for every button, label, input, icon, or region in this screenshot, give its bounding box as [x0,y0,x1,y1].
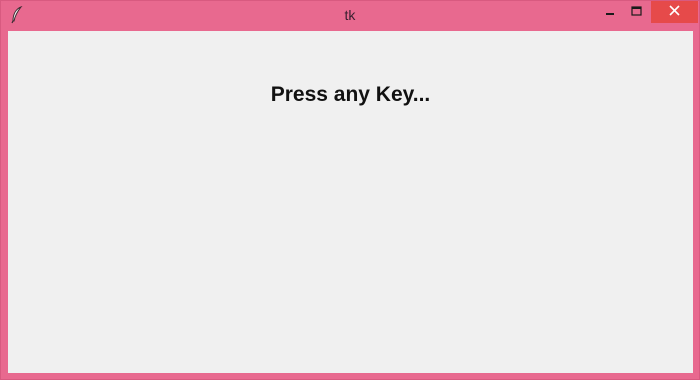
close-icon [669,3,680,21]
press-any-key-label: Press any Key... [270,83,431,106]
close-button[interactable] [651,1,698,23]
minimize-icon [605,3,615,21]
maximize-icon [630,3,642,21]
window-title: tk [344,7,356,23]
app-window: tk Press any Key... [0,0,700,380]
title-bar[interactable]: tk [1,1,699,30]
window-client-area[interactable]: Press any Key... [8,31,693,373]
maximize-button[interactable] [623,1,649,23]
minimize-button[interactable] [597,1,623,23]
feather-icon [10,5,24,24]
